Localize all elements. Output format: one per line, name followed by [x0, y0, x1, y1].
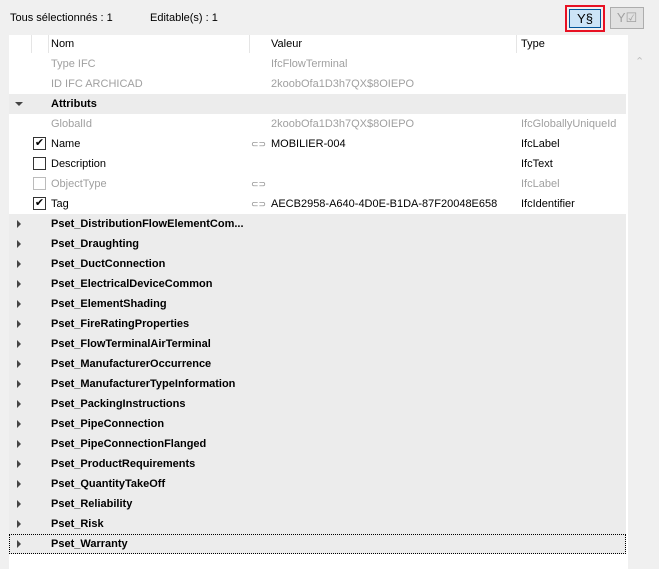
link-icon: ⊂⊃ [251, 199, 267, 209]
attribute-type: IfcIdentifier [521, 198, 575, 210]
attribute-name: ObjectType [51, 178, 107, 190]
attribute-checkbox [33, 177, 46, 190]
info-row[interactable]: ID IFC ARCHICAD 2koobOfa1D3h7QX$8OIEPO [9, 74, 626, 94]
pset-label: Pset_PipeConnectionFlanged [51, 438, 207, 450]
pset-group[interactable]: Pset_PipeConnectionFlanged [9, 434, 626, 454]
expand-arrow-icon[interactable] [17, 260, 21, 268]
expand-arrow-icon[interactable] [17, 240, 21, 248]
column-value[interactable]: Valeur [271, 38, 302, 50]
pset-group[interactable]: Pset_DistributionFlowElementCom... [9, 214, 626, 234]
pset-group[interactable]: Pset_ElectricalDeviceCommon [9, 274, 626, 294]
column-name[interactable]: Nom [51, 38, 74, 50]
editable-count: Editable(s) : 1 [150, 12, 218, 24]
attribute-name: Description [51, 158, 107, 170]
attribute-row[interactable]: Description IfcText [9, 154, 626, 174]
expand-arrow-icon[interactable] [17, 520, 21, 528]
pset-group[interactable]: Pset_ManufacturerOccurrence [9, 354, 626, 374]
property-name: Type IFC [51, 58, 96, 70]
attribute-row[interactable]: GlobalId 2koobOfa1D3h7QX$8OIEPO IfcGloball… [9, 114, 626, 134]
attribute-type: IfcGloballyUniqueId [521, 118, 617, 130]
pset-group[interactable]: Pset_Reliability [9, 494, 626, 514]
pset-label: Pset_Warranty [51, 538, 128, 550]
attribute-name: Name [51, 138, 81, 150]
scrollbar[interactable]: ⌃ [628, 35, 659, 569]
attribute-type: IfcLabel [521, 178, 560, 190]
pset-group[interactable]: Pset_Warranty [9, 534, 626, 554]
pset-label: Pset_PipeConnection [51, 418, 165, 430]
pset-group[interactable]: Pset_QuantityTakeOff [9, 474, 626, 494]
filter-checked-button[interactable]: Y☑ [610, 7, 644, 29]
pset-group[interactable]: Pset_ProductRequirements [9, 454, 626, 474]
pset-label: Pset_QuantityTakeOff [51, 478, 166, 490]
pset-label: Pset_ElectricalDeviceCommon [51, 278, 213, 290]
pset-label: Pset_FireRatingProperties [51, 318, 190, 330]
pset-label: Pset_Reliability [51, 498, 133, 510]
expand-arrow-icon[interactable] [17, 300, 21, 308]
pset-label: Pset_FlowTerminalAirTerminal [51, 338, 211, 350]
pset-group[interactable]: Pset_ManufacturerTypeInformation [9, 374, 626, 394]
info-row[interactable]: Type IFC IfcFlowTerminal [9, 54, 626, 74]
collapse-arrow-icon[interactable] [15, 102, 23, 106]
expand-arrow-icon[interactable] [17, 360, 21, 368]
group-attributs[interactable]: Attributs [9, 94, 626, 114]
pset-label: Pset_Risk [51, 518, 104, 530]
link-icon: ⊂⊃ [251, 139, 267, 149]
pset-group[interactable]: Pset_Draughting [9, 234, 626, 254]
expand-arrow-icon[interactable] [17, 220, 21, 228]
pset-label: Pset_ElementShading [51, 298, 167, 310]
attribute-checkbox[interactable]: ✔ [33, 137, 46, 150]
expand-arrow-icon[interactable] [17, 340, 21, 348]
expand-arrow-icon[interactable] [17, 380, 21, 388]
expand-arrow-icon[interactable] [17, 480, 21, 488]
pset-label: Pset_PackingInstructions [51, 398, 186, 410]
attribute-row[interactable]: ✔ Tag ⊂⊃ AECB2958-A640-4D0E-B1DA-87F20048E6… [9, 194, 626, 214]
pset-group[interactable]: Pset_FlowTerminalAirTerminal [9, 334, 626, 354]
attribute-row[interactable]: ObjectType ⊂⊃ IfcLabel [9, 174, 626, 194]
attribute-value: 2koobOfa1D3h7QX$8OIEPO [271, 118, 415, 130]
scroll-up-icon[interactable]: ⌃ [635, 55, 644, 68]
selected-count: Tous sélectionnés : 1 [10, 12, 113, 24]
expand-arrow-icon[interactable] [17, 540, 21, 548]
expand-arrow-icon[interactable] [17, 440, 21, 448]
filter-properties-button[interactable]: Y§ [565, 5, 605, 32]
pset-label: Pset_Draughting [51, 238, 140, 250]
pset-group[interactable]: Pset_Risk [9, 514, 626, 534]
filter-section-icon: Y§ [569, 9, 601, 28]
attribute-name: Tag [51, 198, 69, 210]
expand-arrow-icon[interactable] [17, 400, 21, 408]
property-name: ID IFC ARCHICAD [51, 78, 143, 90]
pset-label: Pset_ManufacturerTypeInformation [51, 378, 236, 390]
attribute-name: GlobalId [51, 118, 92, 130]
group-label: Attributs [51, 98, 97, 110]
property-value: 2koobOfa1D3h7QX$8OIEPO [271, 78, 415, 90]
link-icon: ⊂⊃ [251, 179, 267, 189]
property-value: IfcFlowTerminal [271, 58, 348, 70]
pset-label: Pset_ProductRequirements [51, 458, 196, 470]
pset-group[interactable]: Pset_PipeConnection [9, 414, 626, 434]
expand-arrow-icon[interactable] [17, 460, 21, 468]
attribute-value: MOBILIER-004 [271, 138, 346, 150]
pset-group[interactable]: Pset_PackingInstructions [9, 394, 626, 414]
property-tree[interactable]: Nom Valeur Type Type IFC IfcFlowTerminal I… [9, 35, 628, 569]
attribute-checkbox[interactable]: ✔ [33, 197, 46, 210]
expand-arrow-icon[interactable] [17, 500, 21, 508]
expand-arrow-icon[interactable] [17, 320, 21, 328]
pset-group[interactable]: Pset_ElementShading [9, 294, 626, 314]
pset-group[interactable]: Pset_DuctConnection [9, 254, 626, 274]
toolbar: Tous sélectionnés : 1 Editable(s) : 1 Y§… [0, 0, 659, 34]
column-header: Nom Valeur Type [9, 35, 628, 53]
column-type[interactable]: Type [521, 38, 545, 50]
expand-arrow-icon[interactable] [17, 420, 21, 428]
attribute-type: IfcLabel [521, 138, 560, 150]
attribute-value: AECB2958-A640-4D0E-B1DA-87F20048E658 [271, 198, 498, 210]
pset-label: Pset_DistributionFlowElementCom... [51, 218, 244, 230]
pset-label: Pset_ManufacturerOccurrence [51, 358, 212, 370]
attribute-checkbox[interactable] [33, 157, 46, 170]
expand-arrow-icon[interactable] [17, 280, 21, 288]
pset-group[interactable]: Pset_FireRatingProperties [9, 314, 626, 334]
attribute-row[interactable]: ✔ Name ⊂⊃ MOBILIER-004 IfcLabel [9, 134, 626, 154]
pset-label: Pset_DuctConnection [51, 258, 166, 270]
attribute-type: IfcText [521, 158, 553, 170]
